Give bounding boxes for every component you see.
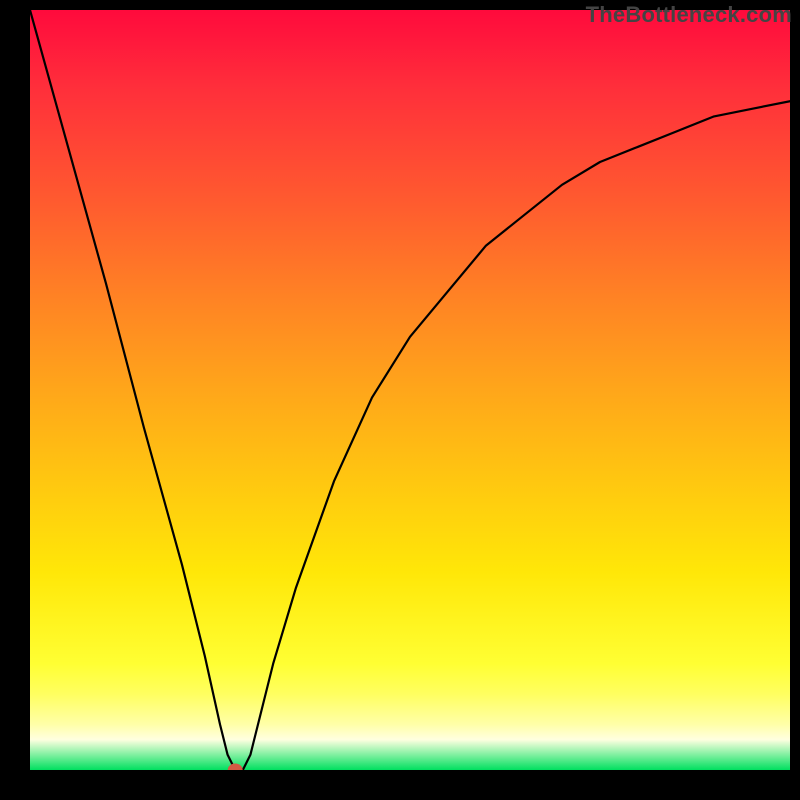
watermark-text: TheBottleneck.com [586, 2, 792, 28]
bottleneck-curve-path [30, 10, 790, 770]
chart-frame: TheBottleneck.com [0, 0, 800, 800]
optimal-point-marker [228, 764, 242, 770]
plot-area [30, 10, 790, 770]
curve-svg [30, 10, 790, 770]
